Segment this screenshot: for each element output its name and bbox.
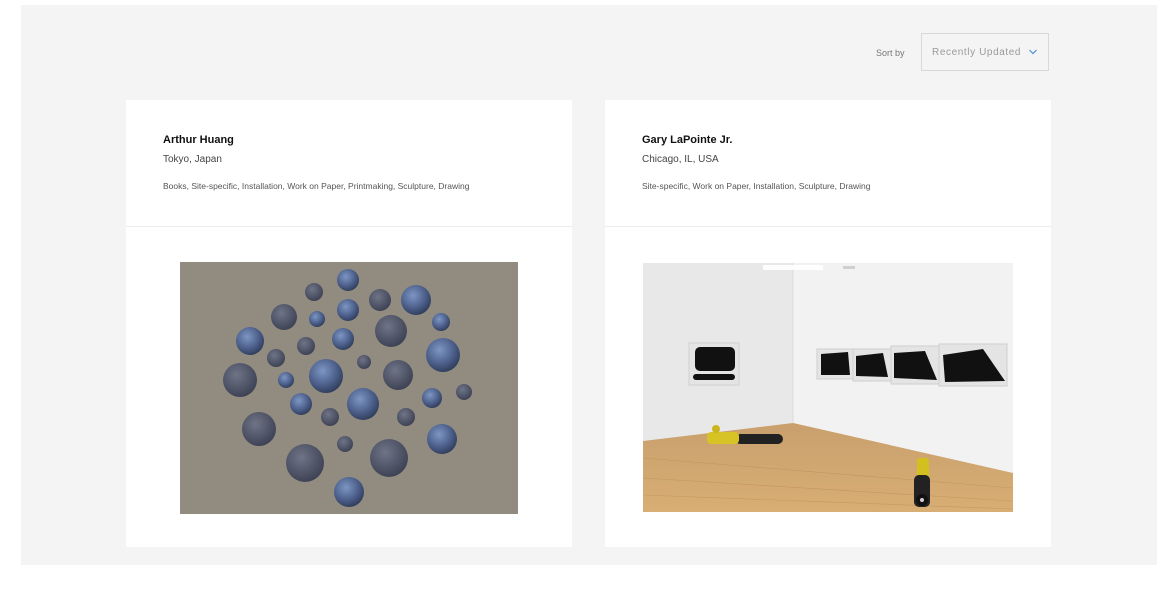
artwork-image[interactable] bbox=[643, 263, 1013, 512]
artist-media: Site-specific, Work on Paper, Installati… bbox=[642, 181, 871, 191]
artist-card[interactable]: Arthur Huang Tokyo, Japan Books, Site-sp… bbox=[126, 100, 572, 547]
artist-card[interactable]: Gary LaPointe Jr. Chicago, IL, USA Site-… bbox=[605, 100, 1051, 547]
chevron-down-icon bbox=[1029, 49, 1037, 55]
artist-location: Tokyo, Japan bbox=[163, 154, 222, 165]
sort-dropdown[interactable]: Recently Updated bbox=[921, 33, 1049, 71]
artist-card-header: Arthur Huang Tokyo, Japan Books, Site-sp… bbox=[126, 100, 572, 227]
artist-card-header: Gary LaPointe Jr. Chicago, IL, USA Site-… bbox=[605, 100, 1051, 227]
artist-media: Books, Site-specific, Installation, Work… bbox=[163, 181, 470, 191]
sort-label: Sort by bbox=[876, 48, 905, 58]
artwork-image[interactable] bbox=[180, 262, 518, 514]
artist-name[interactable]: Gary LaPointe Jr. bbox=[642, 134, 732, 146]
artist-location: Chicago, IL, USA bbox=[642, 154, 719, 165]
sort-selected-value: Recently Updated bbox=[932, 46, 1022, 58]
artist-name[interactable]: Arthur Huang bbox=[163, 134, 234, 146]
